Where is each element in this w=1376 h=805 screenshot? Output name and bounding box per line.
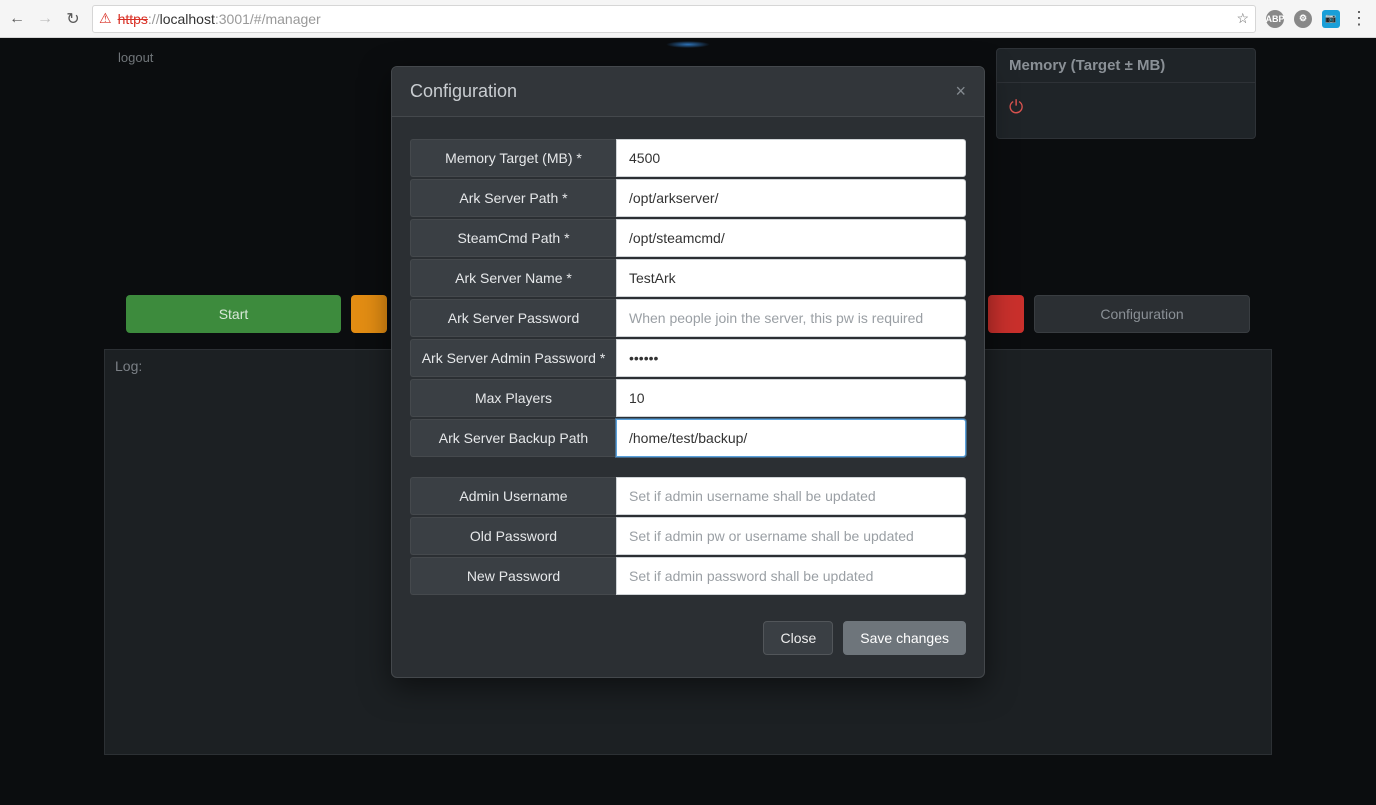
modal-footer: Close Save changes [392, 605, 984, 677]
extension-badge-icon[interactable]: ⚙ [1294, 10, 1312, 28]
modal-header: Configuration × [392, 67, 984, 117]
input-ark-server-name[interactable] [616, 259, 966, 297]
configuration-modal: Configuration × Memory Target (MB) * Ark… [391, 66, 985, 678]
browser-menu-icon[interactable]: ⋮ [1350, 8, 1368, 29]
modal-backdrop: Configuration × Memory Target (MB) * Ark… [0, 38, 1376, 805]
label-max-players: Max Players [410, 379, 616, 417]
label-new-password: New Password [410, 557, 616, 595]
modal-title: Configuration [410, 81, 517, 102]
nav-back-icon[interactable]: ← [8, 10, 26, 28]
label-ark-server-backup-path: Ark Server Backup Path [410, 419, 616, 457]
bookmark-star-icon[interactable]: ☆ [1236, 10, 1249, 27]
input-ark-server-admin-password[interactable] [616, 339, 966, 377]
save-changes-button[interactable]: Save changes [843, 621, 966, 655]
url-text: https://localhost:3001/#/manager [118, 11, 321, 27]
close-icon[interactable]: × [955, 81, 966, 102]
input-steamcmd-path[interactable] [616, 219, 966, 257]
label-ark-server-name: Ark Server Name * [410, 259, 616, 297]
modal-body: Memory Target (MB) * Ark Server Path * S… [392, 117, 984, 605]
input-new-password[interactable] [616, 557, 966, 595]
extension-abp-icon[interactable]: ABP [1266, 10, 1284, 28]
browser-chrome: ← → ↻ ⚠ https://localhost:3001/#/manager… [0, 0, 1376, 38]
input-admin-username[interactable] [616, 477, 966, 515]
nav-forward-icon: → [36, 10, 54, 28]
input-max-players[interactable] [616, 379, 966, 417]
label-old-password: Old Password [410, 517, 616, 555]
label-ark-server-path: Ark Server Path * [410, 179, 616, 217]
browser-extensions: ABP ⚙ 📷 ⋮ [1266, 8, 1368, 29]
input-ark-server-path[interactable] [616, 179, 966, 217]
label-steamcmd-path: SteamCmd Path * [410, 219, 616, 257]
input-old-password[interactable] [616, 517, 966, 555]
label-ark-server-admin-password: Ark Server Admin Password * [410, 339, 616, 377]
label-admin-username: Admin Username [410, 477, 616, 515]
reload-icon[interactable]: ↻ [64, 9, 82, 29]
extension-camera-icon[interactable]: 📷 [1322, 10, 1340, 28]
app-root: logout Memory (Target ± MB) ⏻ Start Conf… [0, 38, 1376, 805]
label-memory-target: Memory Target (MB) * [410, 139, 616, 177]
input-ark-server-password[interactable] [616, 299, 966, 337]
input-memory-target[interactable] [616, 139, 966, 177]
address-bar[interactable]: ⚠ https://localhost:3001/#/manager ☆ [92, 5, 1256, 33]
close-button[interactable]: Close [763, 621, 833, 655]
input-ark-server-backup-path[interactable] [616, 419, 966, 457]
label-ark-server-password: Ark Server Password [410, 299, 616, 337]
insecure-warning-icon: ⚠ [99, 10, 112, 27]
